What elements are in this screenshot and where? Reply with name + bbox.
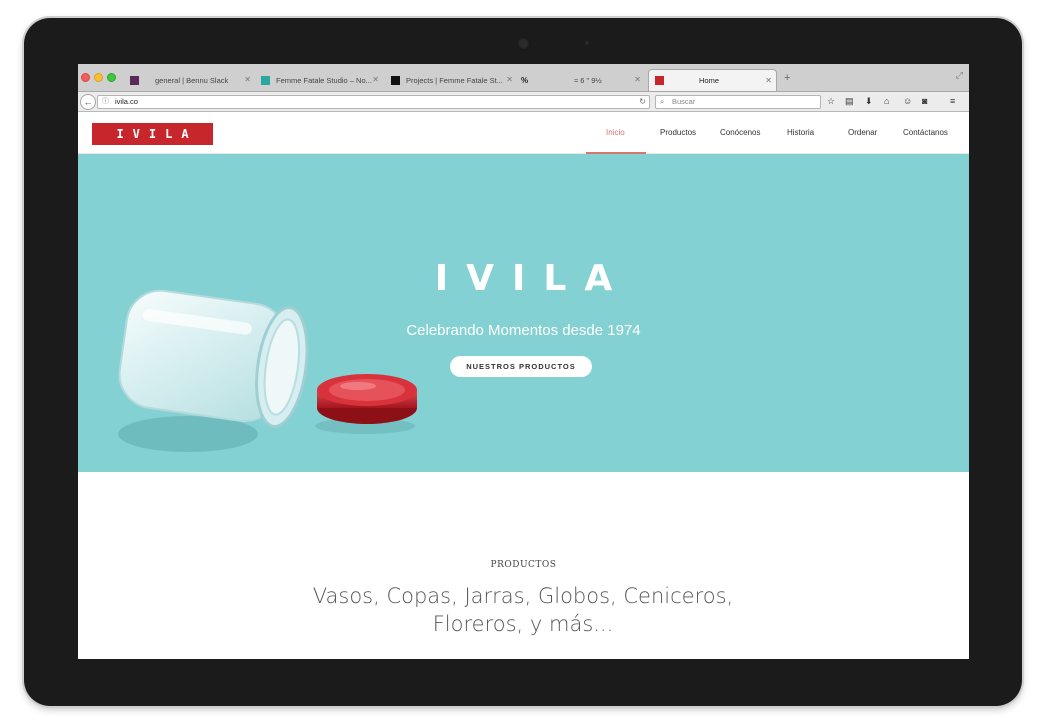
window-minimize-button[interactable] xyxy=(94,73,103,82)
search-icon: ⌕ xyxy=(660,97,665,106)
teal-square-icon xyxy=(261,75,270,85)
products-button[interactable]: NUESTROS PRODUCTOS xyxy=(450,356,592,377)
window-maximize-button[interactable] xyxy=(107,73,116,82)
tab-label: general | Bennu Slack xyxy=(155,75,229,85)
ff-logo-icon xyxy=(391,75,400,85)
tab-calc[interactable]: % ≈ 6 " 9½ ✕ xyxy=(521,69,645,91)
nav-item-historia[interactable]: Historia xyxy=(787,128,814,137)
bookmark-star-icon[interactable]: ☆ xyxy=(827,96,835,107)
tab-femme-fatale[interactable]: Femme Fatale Studio – No... ✕ xyxy=(261,69,383,91)
nav-item-productos[interactable]: Productos xyxy=(660,128,696,137)
window-close-button[interactable] xyxy=(81,73,90,82)
pocket-icon[interactable]: ◙ xyxy=(922,96,927,106)
hero-banner: IVILA Celebrando Momentos desde 1974 NUE… xyxy=(78,154,969,472)
url-bar[interactable]: ⓘ ivila.co ↻ xyxy=(97,95,650,109)
hero-jar-illustration xyxy=(118,289,417,452)
hero-title: IVILA xyxy=(434,258,631,299)
site-nav: Inicio Productos Conócenos Historia Orde… xyxy=(78,113,969,154)
new-tab-button[interactable]: + xyxy=(784,72,790,84)
tab-strip: general | Bennu Slack ✕ Femme Fatale Stu… xyxy=(78,64,969,92)
browser-toolbar: ← ⓘ ivila.co ↻ ⌕ Buscar ☆ ▤ ⬇ ⌂ ☺ ◙ ≡ xyxy=(78,92,969,112)
close-icon[interactable]: ✕ xyxy=(634,75,641,84)
hero-subtitle: Celebrando Momentos desde 1974 xyxy=(406,322,641,339)
url-text: ivila.co xyxy=(115,97,138,106)
chat-icon[interactable]: ☺ xyxy=(903,96,912,106)
search-input[interactable]: ⌕ Buscar xyxy=(655,95,821,109)
infinity-icon: % xyxy=(521,75,529,85)
menu-icon[interactable]: ≡ xyxy=(950,96,955,106)
close-icon[interactable]: ✕ xyxy=(244,75,251,84)
nav-item-conocenos[interactable]: Conócenos xyxy=(720,128,760,137)
tab-label: Home xyxy=(699,76,720,85)
products-heading: PRODUCTOS xyxy=(490,560,557,570)
info-icon[interactable]: ⓘ xyxy=(102,96,111,108)
nav-item-inicio[interactable]: Inicio xyxy=(606,128,625,137)
close-icon[interactable]: ✕ xyxy=(506,75,513,84)
reload-icon[interactable]: ↻ xyxy=(639,96,646,108)
tab-projects[interactable]: Projects | Femme Fatale St... ✕ xyxy=(391,69,517,91)
site-header: IVILA Inicio Productos Conócenos Histori… xyxy=(78,113,969,154)
slack-icon xyxy=(130,75,139,85)
tab-label: ≈ 6 " 9½ xyxy=(574,75,602,85)
nav-item-contactanos[interactable]: Contáctanos xyxy=(903,128,948,137)
search-placeholder: Buscar xyxy=(672,97,696,106)
tab-label: Projects | Femme Fatale St... xyxy=(406,75,503,85)
tab-slack[interactable]: general | Bennu Slack ✕ xyxy=(130,69,255,91)
bookmarks-library-icon[interactable]: ▤ xyxy=(845,96,854,107)
back-button[interactable]: ← xyxy=(80,94,96,110)
sensor-dot xyxy=(585,41,589,45)
fullscreen-icon[interactable]: ⤢ xyxy=(956,70,963,81)
tab-label: Femme Fatale Studio – No... xyxy=(276,75,372,85)
home-icon[interactable]: ⌂ xyxy=(884,96,889,106)
screen: general | Bennu Slack ✕ Femme Fatale Stu… xyxy=(78,64,969,659)
nav-item-ordenar[interactable]: Ordenar xyxy=(848,128,877,137)
ivila-favicon xyxy=(655,76,664,85)
close-icon[interactable]: ✕ xyxy=(765,76,772,85)
products-section: PRODUCTOS Vasos, Copas, Jarras, Globos, … xyxy=(78,472,969,659)
close-icon[interactable]: ✕ xyxy=(372,75,379,84)
camera-icon xyxy=(517,37,530,50)
tab-home[interactable]: Home ✕ xyxy=(648,69,777,91)
download-icon[interactable]: ⬇ xyxy=(865,96,873,107)
products-description: Vasos, Copas, Jarras, Globos, Ceniceros,… xyxy=(312,584,734,636)
